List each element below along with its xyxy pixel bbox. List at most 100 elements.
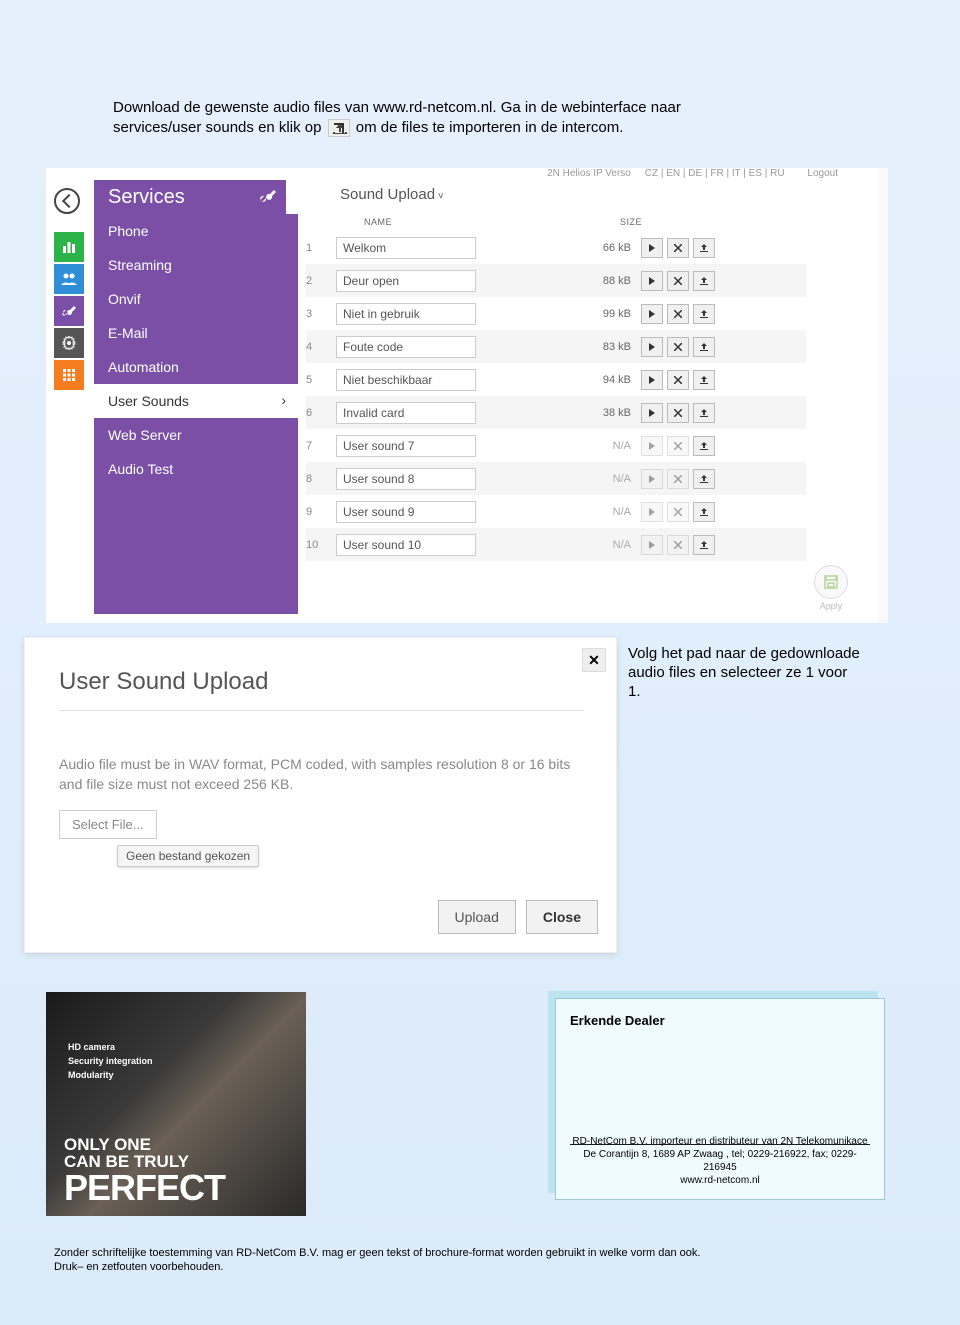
nav-icon-tools[interactable] <box>54 296 84 326</box>
play-button[interactable] <box>641 469 663 489</box>
dialog-note: Volg het pad naar de gedownloade audio f… <box>628 644 860 701</box>
ad-feature-lines: HD camera Security integration Modularit… <box>68 1040 153 1082</box>
sidebar-item-web-server[interactable]: Web Server <box>94 418 298 452</box>
sound-name-input[interactable] <box>336 270 476 292</box>
upload-button[interactable]: Upload <box>438 900 516 934</box>
sound-name-input[interactable] <box>336 468 476 490</box>
sound-name-input[interactable] <box>336 303 476 325</box>
upload-button[interactable] <box>693 469 715 489</box>
upload-button[interactable] <box>693 337 715 357</box>
row-number: 4 <box>306 341 336 353</box>
ad-line-3: Modularity <box>68 1068 153 1082</box>
sidebar-item-automation[interactable]: Automation <box>94 350 298 384</box>
table-header: NAME SIZE <box>306 209 806 231</box>
apply-label: Apply <box>814 601 848 611</box>
ad-line-1: HD camera <box>68 1040 153 1054</box>
upload-button[interactable] <box>693 502 715 522</box>
upload-dialog: ✕ User Sound Upload Audio file must be i… <box>24 637 617 953</box>
chosen-file-label: Geen bestand gekozen <box>117 845 259 867</box>
row-number: 8 <box>306 473 336 485</box>
sidebar-item-e-mail[interactable]: E-Mail <box>94 316 298 350</box>
sound-name-input[interactable] <box>336 501 476 523</box>
delete-button[interactable] <box>667 535 689 555</box>
play-button[interactable] <box>641 271 663 291</box>
dealer-contact-l2: De Corantijn 8, 1689 AP Zwaag , tel; 022… <box>570 1148 870 1174</box>
sidebar-item-user-sounds[interactable]: User Sounds <box>94 384 298 418</box>
row-actions <box>641 370 715 390</box>
nav-icon-stats[interactable] <box>54 232 84 262</box>
delete-button[interactable] <box>667 337 689 357</box>
nav-icon-grid[interactable] <box>54 360 84 390</box>
header-name: NAME <box>364 217 564 227</box>
sound-name-input[interactable] <box>336 402 476 424</box>
product-name: 2N Helios IP Verso <box>547 168 631 179</box>
delete-button[interactable] <box>667 238 689 258</box>
upload-button[interactable] <box>693 403 715 423</box>
delete-button[interactable] <box>667 469 689 489</box>
select-file-button[interactable]: Select File... <box>59 810 157 839</box>
row-size: 38 kB <box>576 407 631 419</box>
sidebar-item-onvif[interactable]: Onvif <box>94 282 298 316</box>
table-row: 6 38 kB <box>306 396 806 429</box>
nav-icon-settings[interactable] <box>54 328 84 358</box>
play-button[interactable] <box>641 370 663 390</box>
play-button[interactable] <box>641 403 663 423</box>
upload-button[interactable] <box>693 370 715 390</box>
upload-button[interactable] <box>693 436 715 456</box>
row-number: 7 <box>306 440 336 452</box>
delete-button[interactable] <box>667 271 689 291</box>
delete-button[interactable] <box>667 436 689 456</box>
sidebar-item-audio-test[interactable]: Audio Test <box>94 452 298 486</box>
tools-icon <box>260 188 276 204</box>
close-button[interactable]: Close <box>526 900 598 934</box>
sound-name-input[interactable] <box>336 534 476 556</box>
delete-button[interactable] <box>667 370 689 390</box>
play-button[interactable] <box>641 337 663 357</box>
logout-link[interactable]: Logout <box>807 168 838 179</box>
sound-name-input[interactable] <box>336 237 476 259</box>
apply-button[interactable] <box>814 565 848 599</box>
table-row: 7N/A <box>306 429 806 462</box>
row-size: N/A <box>576 473 631 485</box>
sidebar-item-phone[interactable]: Phone <box>94 214 298 248</box>
row-actions <box>641 403 715 423</box>
services-header: Services <box>94 180 286 214</box>
delete-button[interactable] <box>667 403 689 423</box>
dialog-divider <box>59 710 584 711</box>
ad-line-2: Security integration <box>68 1054 153 1068</box>
sidebar: PhoneStreamingOnvifE-MailAutomationUser … <box>94 214 298 614</box>
content-title[interactable]: Sound Upload <box>306 180 806 209</box>
dialog-actions: Upload Close <box>438 900 599 934</box>
sidebar-item-streaming[interactable]: Streaming <box>94 248 298 282</box>
row-actions <box>641 502 715 522</box>
nav-icon-users[interactable] <box>54 264 84 294</box>
sound-name-input[interactable] <box>336 369 476 391</box>
play-button[interactable] <box>641 502 663 522</box>
lang-links[interactable]: CZ | EN | DE | FR | IT | ES | RU <box>645 168 785 179</box>
play-button[interactable] <box>641 238 663 258</box>
upload-button[interactable] <box>693 271 715 291</box>
back-button[interactable] <box>54 188 80 214</box>
dealer-contact-l1: RD-NetCom B.V. importeur en distributeur… <box>570 1135 870 1148</box>
table-row: 399 kB <box>306 297 806 330</box>
footer-l2: Druk– en zetfouten voorbehouden. <box>54 1260 854 1274</box>
sound-name-input[interactable] <box>336 336 476 358</box>
upload-button[interactable] <box>693 304 715 324</box>
play-button[interactable] <box>641 535 663 555</box>
play-button[interactable] <box>641 436 663 456</box>
dialog-close-button[interactable]: ✕ <box>582 648 606 672</box>
row-number: 6 <box>306 407 336 419</box>
instruction-line1: Download de gewenste audio files van www… <box>113 99 681 116</box>
row-number: 1 <box>306 242 336 254</box>
sound-name-input[interactable] <box>336 435 476 457</box>
delete-button[interactable] <box>667 502 689 522</box>
row-actions <box>641 436 715 456</box>
footer-legal: Zonder schriftelijke toestemming van RD-… <box>54 1246 854 1274</box>
upload-button[interactable] <box>693 238 715 258</box>
upload-button[interactable] <box>693 535 715 555</box>
play-button[interactable] <box>641 304 663 324</box>
ad-headline: ONLY ONE CAN BE TRULY PERFECT <box>64 1136 225 1206</box>
delete-button[interactable] <box>667 304 689 324</box>
ad-image: HD camera Security integration Modularit… <box>46 992 306 1216</box>
icon-column <box>54 232 84 392</box>
